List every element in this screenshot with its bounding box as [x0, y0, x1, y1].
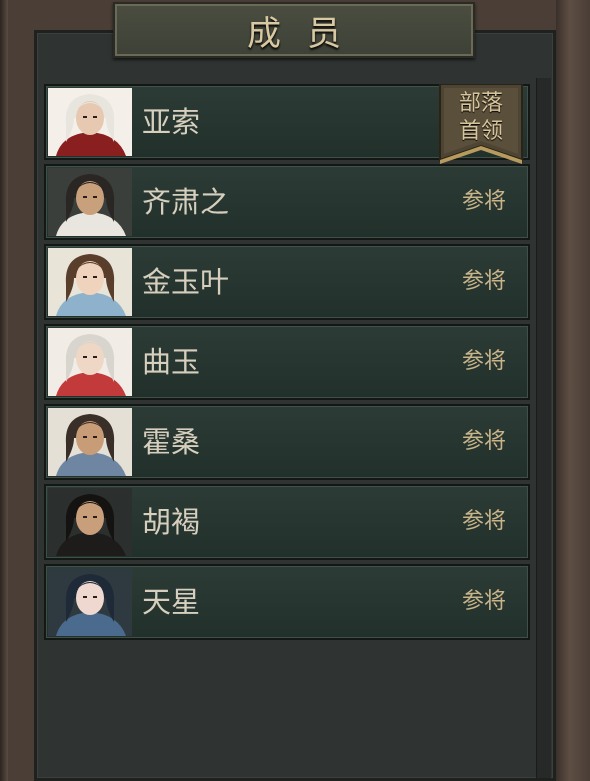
member-role: 参将 — [461, 189, 506, 214]
leader-badge: 部落 首领 — [438, 84, 524, 170]
member-avatar — [48, 488, 132, 556]
member-role: 参将 — [461, 429, 506, 454]
member-list: 亚索 部落 首领 齐肃之 参将 金玉叶 参将 曲玉 参将 霍桑 参将 胡褐 参将 天星 参将 — [44, 84, 530, 644]
member-avatar — [48, 248, 132, 316]
member-row[interactable]: 胡褐 参将 — [44, 484, 530, 560]
leader-role-line1: 部落 — [458, 91, 503, 116]
member-role: 参将 — [461, 589, 506, 614]
page-title: 成员 — [247, 13, 367, 54]
right-frame — [556, 0, 590, 781]
scrollbar[interactable] — [536, 78, 551, 778]
member-role: 参将 — [461, 509, 506, 534]
leader-role-line2: 首领 — [458, 119, 503, 144]
member-name: 金玉叶 — [142, 265, 230, 299]
member-name: 胡褐 — [142, 505, 201, 539]
member-row[interactable]: 曲玉 参将 — [44, 324, 530, 400]
member-avatar — [48, 568, 132, 636]
member-row[interactable]: 亚索 部落首领 — [44, 84, 530, 164]
member-avatar — [48, 168, 132, 236]
member-role: 参将 — [461, 349, 506, 374]
member-name: 曲玉 — [142, 345, 201, 379]
member-name: 齐肃之 — [142, 185, 230, 219]
title-plate: 成员 — [113, 2, 475, 58]
member-avatar — [48, 88, 132, 156]
member-name: 天星 — [142, 585, 201, 619]
member-row[interactable]: 霍桑 参将 — [44, 404, 530, 480]
leader-role-text: 部落 首领 — [438, 90, 524, 146]
member-avatar — [48, 328, 132, 396]
left-frame — [0, 0, 8, 781]
member-avatar — [48, 408, 132, 476]
member-name: 霍桑 — [142, 425, 201, 459]
member-role: 参将 — [461, 269, 506, 294]
member-name: 亚索 — [142, 105, 201, 139]
member-row[interactable]: 金玉叶 参将 — [44, 244, 530, 320]
member-row[interactable]: 天星 参将 — [44, 564, 530, 640]
member-row[interactable]: 齐肃之 参将 — [44, 164, 530, 240]
